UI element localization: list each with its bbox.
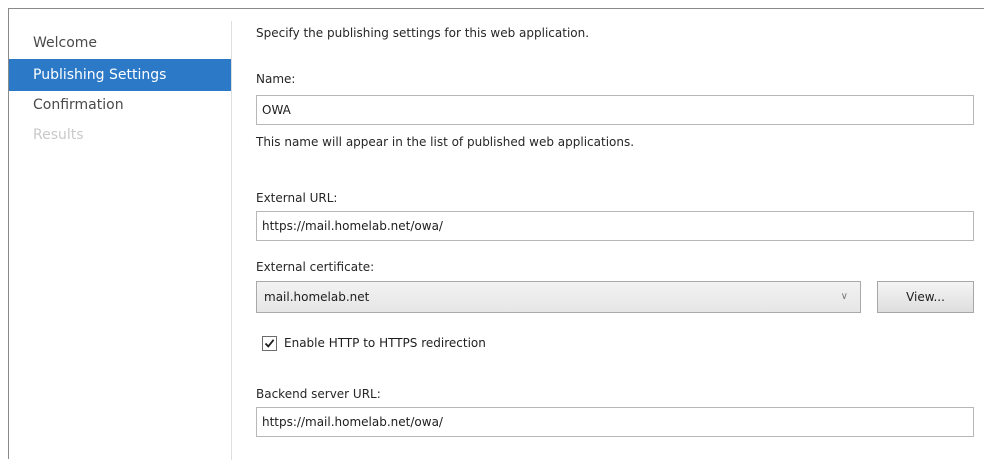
chevron-down-icon: ∨ bbox=[840, 291, 848, 302]
nav-item-welcome[interactable]: Welcome bbox=[9, 27, 231, 59]
external-url-field[interactable]: https://mail.homelab.net/owa/ bbox=[256, 211, 974, 241]
name-field[interactable]: OWA bbox=[256, 95, 974, 125]
name-hint: This name will appear in the list of pub… bbox=[256, 135, 635, 149]
certificate-select-value: mail.homelab.net bbox=[264, 290, 370, 304]
certificate-label: External certificate: bbox=[256, 260, 375, 274]
checkmark-icon bbox=[264, 339, 275, 348]
intro-text: Specify the publishing settings for this… bbox=[256, 26, 590, 40]
nav-item-results: Results bbox=[33, 127, 84, 143]
certificate-select[interactable]: mail.homelab.net ∨ bbox=[256, 281, 861, 313]
name-label: Name: bbox=[256, 72, 296, 86]
wizard-window: Welcome Publishing Settings Confirmation… bbox=[8, 8, 984, 460]
settings-panel: Specify the publishing settings for this… bbox=[256, 9, 984, 459]
backend-url-label: Backend server URL: bbox=[256, 387, 381, 401]
redirect-checkbox[interactable] bbox=[262, 336, 277, 351]
backend-url-field[interactable]: https://mail.homelab.net/owa/ bbox=[256, 407, 974, 437]
wizard-nav: Welcome Publishing Settings Confirmation… bbox=[9, 9, 231, 459]
redirect-label: Enable HTTP to HTTPS redirection bbox=[284, 336, 486, 350]
nav-item-confirmation[interactable]: Confirmation bbox=[9, 89, 231, 121]
view-certificate-button[interactable]: View... bbox=[877, 281, 974, 313]
nav-item-publishing-settings[interactable]: Publishing Settings bbox=[9, 59, 231, 91]
nav-divider bbox=[231, 21, 232, 460]
external-url-label: External URL: bbox=[256, 191, 338, 205]
